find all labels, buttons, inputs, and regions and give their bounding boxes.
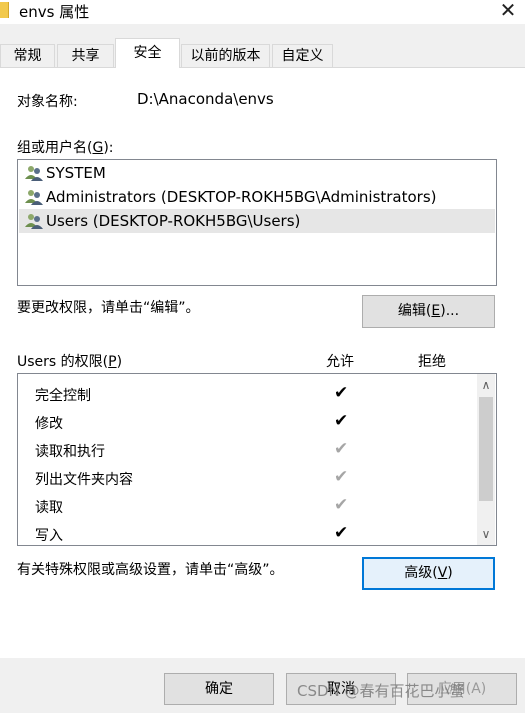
allow-check-icon: ✔ xyxy=(334,411,349,431)
object-name-label: 对象名称: xyxy=(17,94,78,110)
permission-row-full-control: 完全控制 ✔ xyxy=(18,380,476,408)
permission-name: 完全控制 xyxy=(35,388,91,404)
edit-button[interactable]: 编辑(E)... xyxy=(362,295,495,328)
permission-row-read-execute: 读取和执行 ✔ xyxy=(18,436,476,464)
permission-row-modify: 修改 ✔ xyxy=(18,408,476,436)
tab-customize[interactable]: 自定义 xyxy=(272,44,333,67)
allow-check-icon: ✔ xyxy=(334,495,349,515)
permission-name: 写入 xyxy=(35,528,63,544)
tab-sharing[interactable]: 共享 xyxy=(57,44,114,67)
ok-button[interactable]: 确定 xyxy=(164,673,274,705)
user-item-users[interactable]: Users (DESKTOP-ROKH5BG\Users) xyxy=(19,209,495,233)
scroll-up-icon[interactable]: ∧ xyxy=(477,374,495,396)
allow-check-icon: ✔ xyxy=(334,439,349,459)
allow-header: 允许 xyxy=(326,354,354,370)
users-icon xyxy=(25,166,43,181)
user-list[interactable]: SYSTEM Administrators (DESKTOP-ROKH5BG\A… xyxy=(17,159,497,286)
edit-hint: 要更改权限，请单击“编辑”。 xyxy=(17,300,200,316)
close-icon[interactable]: ✕ xyxy=(496,0,520,22)
permission-name: 读取和执行 xyxy=(35,444,105,460)
user-name: Administrators (DESKTOP-ROKH5BG\Administ… xyxy=(46,188,437,206)
folder-icon xyxy=(0,2,9,18)
user-name: Users (DESKTOP-ROKH5BG\Users) xyxy=(46,212,301,230)
groups-label: 组或用户名(G): xyxy=(17,140,114,156)
watermark: CSDN @春有百花巴小蟹 xyxy=(297,682,465,700)
advanced-button[interactable]: 高级(V) xyxy=(362,557,495,590)
scroll-down-icon[interactable]: ∨ xyxy=(477,523,495,545)
permission-name: 修改 xyxy=(35,416,63,432)
allow-check-icon: ✔ xyxy=(334,523,349,543)
allow-check-icon: ✔ xyxy=(334,383,349,403)
tab-previous-versions[interactable]: 以前的版本 xyxy=(181,44,270,67)
permissions-scrollbar[interactable]: ∧ ∨ xyxy=(477,374,495,545)
tab-security[interactable]: 安全 xyxy=(115,38,180,68)
permission-name: 读取 xyxy=(35,500,63,516)
permission-row-write: 写入 ✔ xyxy=(18,520,476,545)
tab-divider xyxy=(0,67,525,68)
allow-check-icon: ✔ xyxy=(334,467,349,487)
advanced-hint: 有关特殊权限或高级设置，请单击“高级”。 xyxy=(17,562,284,578)
permission-row-read: 读取 ✔ xyxy=(18,492,476,520)
permission-row-list-folder: 列出文件夹内容 ✔ xyxy=(18,464,476,492)
deny-header: 拒绝 xyxy=(418,354,446,370)
object-name-value: D:\Anaconda\envs xyxy=(137,90,274,108)
permissions-list[interactable]: 完全控制 ✔ 修改 ✔ 读取和执行 ✔ 列出文件夹内容 ✔ 读取 ✔ 写入 ✔ … xyxy=(17,373,497,546)
users-icon xyxy=(25,190,43,205)
permissions-label: Users 的权限(P) xyxy=(17,354,123,370)
user-item-system[interactable]: SYSTEM xyxy=(19,161,495,185)
tab-general[interactable]: 常规 xyxy=(0,44,55,67)
user-item-administrators[interactable]: Administrators (DESKTOP-ROKH5BG\Administ… xyxy=(19,185,495,209)
user-name: SYSTEM xyxy=(46,164,106,182)
scroll-thumb[interactable] xyxy=(479,397,493,501)
window-title: envs 属性 xyxy=(19,3,90,21)
permission-name: 列出文件夹内容 xyxy=(35,472,133,488)
users-icon xyxy=(25,214,43,229)
